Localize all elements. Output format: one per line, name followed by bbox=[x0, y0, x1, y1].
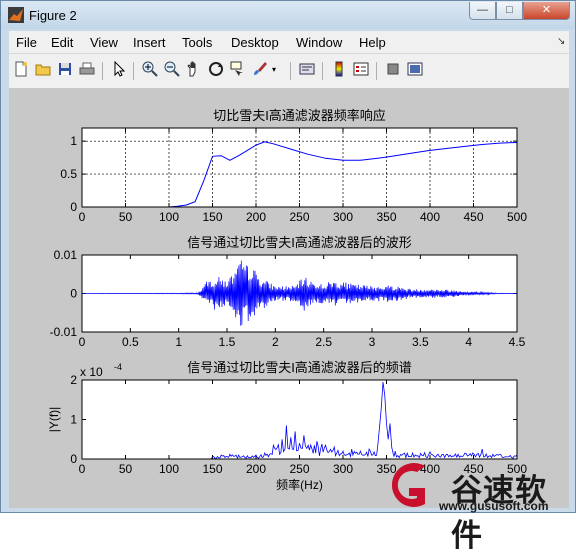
x-tick-label: 500 bbox=[507, 210, 527, 224]
x-tick-label: 300 bbox=[333, 210, 353, 224]
undock-arrow-icon[interactable]: ↘ bbox=[557, 36, 565, 47]
x-tick-label: 100 bbox=[159, 210, 179, 224]
data-cursor-icon[interactable] bbox=[229, 61, 247, 79]
x-tick-label: 4.5 bbox=[509, 335, 526, 349]
matlab-icon bbox=[8, 7, 24, 23]
x-tick-label: 250 bbox=[289, 462, 309, 476]
open-file-icon[interactable] bbox=[34, 61, 52, 79]
x-tick-label: 250 bbox=[289, 210, 309, 224]
x-tick-label: 0 bbox=[79, 210, 86, 224]
menu-tools[interactable]: Tools bbox=[182, 35, 212, 50]
new-figure-icon[interactable] bbox=[12, 61, 30, 79]
watermark-url: www.gususoft.com bbox=[439, 499, 549, 513]
show-plot-tools-icon[interactable] bbox=[406, 61, 424, 79]
plot-title: 切比雪夫I高通滤波器频率响应 bbox=[213, 108, 386, 123]
x-axis-label: 频率(Hz) bbox=[276, 477, 323, 492]
x-tick-label: 4 bbox=[465, 335, 472, 349]
plot-title: 信号通过切比雪夫I高通滤波器后的波形 bbox=[187, 235, 412, 250]
figure-area: 0 50 100 150 200 250 300 350 400 450 500 0 0.5 1 切比雪夫I… bbox=[9, 88, 569, 508]
toolbar-separator bbox=[133, 62, 134, 80]
close-button[interactable]: ✕ bbox=[523, 2, 570, 20]
x-tick-label: 3.5 bbox=[412, 335, 429, 349]
x-tick-label: 0.5 bbox=[122, 335, 139, 349]
axis-exponent: x 10 bbox=[80, 365, 103, 379]
figure-window: Figure 2 — □ ✕ File Edit View Insert Too… bbox=[0, 0, 576, 553]
zoom-in-icon[interactable] bbox=[141, 61, 159, 79]
toolbar-separator bbox=[376, 62, 377, 80]
toolbar-separator bbox=[322, 62, 323, 80]
figure-canvas[interactable]: 0 50 100 150 200 250 300 350 400 450 50000.51切比雪夫I… bbox=[9, 88, 569, 508]
axes-background[interactable] bbox=[82, 380, 517, 459]
x-tick-label: 3 bbox=[369, 335, 376, 349]
x-tick-label: 350 bbox=[376, 210, 396, 224]
menu-help[interactable]: Help bbox=[359, 35, 386, 50]
maximize-button[interactable]: □ bbox=[496, 2, 523, 20]
x-tick-label: 200 bbox=[246, 462, 266, 476]
x-tick-label: 150 bbox=[202, 210, 222, 224]
x-tick-label: 1 bbox=[175, 335, 182, 349]
gususoft-logo-icon bbox=[391, 463, 425, 507]
x-tick-label: 400 bbox=[420, 210, 440, 224]
x-tick-label: 200 bbox=[246, 210, 266, 224]
toolbar-separator bbox=[290, 62, 291, 80]
menu-bar: File Edit View Insert Tools Desktop Wind… bbox=[9, 31, 569, 53]
x-tick-label: 100 bbox=[159, 462, 179, 476]
toolbar-separator bbox=[102, 62, 103, 80]
x-tick-label: 450 bbox=[463, 210, 483, 224]
y-tick-label: 0 bbox=[70, 287, 77, 301]
x-tick-label: 1.5 bbox=[219, 335, 236, 349]
edit-plot-arrow-icon[interactable] bbox=[110, 60, 128, 79]
save-icon[interactable] bbox=[56, 61, 74, 79]
legend-icon[interactable] bbox=[352, 61, 370, 79]
plot-title: 信号通过切比雪夫I高通滤波器后的频谱 bbox=[187, 360, 412, 375]
hide-plot-tools-icon[interactable] bbox=[384, 61, 402, 79]
minimize-button[interactable]: — bbox=[469, 2, 496, 20]
y-tick-label: 1 bbox=[70, 134, 77, 148]
brush-icon[interactable] bbox=[251, 61, 269, 79]
menu-desktop[interactable]: Desktop bbox=[231, 35, 279, 50]
x-tick-label: 50 bbox=[119, 462, 133, 476]
colorbar-icon[interactable] bbox=[330, 61, 348, 79]
menu-edit[interactable]: Edit bbox=[51, 35, 73, 50]
zoom-out-icon[interactable] bbox=[163, 61, 181, 79]
menu-window[interactable]: Window bbox=[296, 35, 342, 50]
x-tick-label: 50 bbox=[119, 210, 133, 224]
rotate-3d-icon[interactable] bbox=[207, 61, 225, 79]
figure-toolbar: ▾ bbox=[9, 53, 569, 88]
y-tick-label: 0.01 bbox=[54, 248, 78, 262]
x-tick-label: 150 bbox=[202, 462, 222, 476]
y-tick-label: -0.01 bbox=[50, 325, 78, 339]
menu-file[interactable]: File bbox=[16, 35, 37, 50]
y-axis-label: |Y(f)| bbox=[47, 407, 61, 433]
y-tick-label: 0 bbox=[70, 452, 77, 466]
x-tick-label: 0 bbox=[79, 462, 86, 476]
title-bar[interactable]: Figure 2 — □ ✕ bbox=[1, 1, 575, 29]
menu-view[interactable]: View bbox=[90, 35, 118, 50]
print-icon[interactable] bbox=[78, 61, 96, 79]
y-tick-label: 1 bbox=[70, 413, 77, 427]
x-tick-label: 0 bbox=[79, 335, 86, 349]
window-title: Figure 2 bbox=[29, 8, 77, 23]
link-plot-icon[interactable] bbox=[298, 61, 316, 79]
y-tick-label: 0.5 bbox=[60, 167, 77, 181]
y-tick-label: 0 bbox=[70, 200, 77, 214]
pan-hand-icon[interactable] bbox=[185, 61, 203, 79]
x-tick-label: 2.5 bbox=[315, 335, 332, 349]
y-tick-label: 2 bbox=[70, 373, 77, 387]
axis-exponent-power: -4 bbox=[114, 362, 122, 372]
menu-insert[interactable]: Insert bbox=[133, 35, 166, 50]
x-tick-label: 300 bbox=[333, 462, 353, 476]
axes-background[interactable] bbox=[82, 128, 517, 207]
brush-dropdown-icon[interactable]: ▾ bbox=[269, 61, 279, 79]
x-tick-label: 2 bbox=[272, 335, 279, 349]
